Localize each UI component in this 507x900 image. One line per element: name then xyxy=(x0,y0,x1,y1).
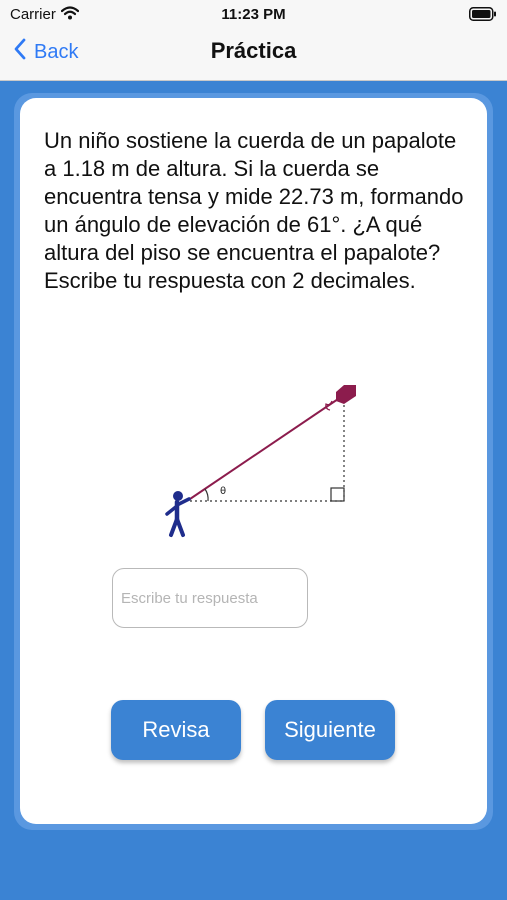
kite-diagram: θ xyxy=(165,385,356,537)
status-bar: Carrier 11:23 PM xyxy=(0,0,507,28)
page-title: Práctica xyxy=(210,38,297,63)
status-time: 11:23 PM xyxy=(221,6,286,23)
kite-string xyxy=(189,394,345,500)
check-button[interactable]: Revisa xyxy=(111,700,241,760)
exercise-card: Un niño sostiene la cuerda de un papalot… xyxy=(20,98,487,824)
kite-icon xyxy=(325,385,356,411)
battery-icon xyxy=(469,7,497,26)
angle-arc xyxy=(204,488,209,502)
navigation-header: Carrier 11:23 PM Back Práctica xyxy=(0,0,507,81)
angle-label: θ xyxy=(220,486,226,497)
right-angle-marker xyxy=(330,487,345,502)
answer-input[interactable] xyxy=(112,568,308,628)
child-figure-icon xyxy=(165,491,191,537)
next-button[interactable]: Siguiente xyxy=(265,700,395,760)
